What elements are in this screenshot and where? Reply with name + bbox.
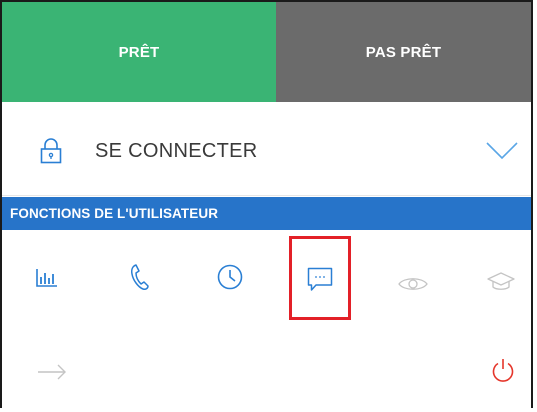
status-ready-label: PRÊT (118, 43, 160, 61)
arrow-right-icon[interactable] (37, 364, 67, 380)
login-label: SE CONNECTER (95, 140, 258, 162)
user-functions-header: FONCTIONS DE L'UTILISATEUR (2, 197, 531, 230)
eye-icon[interactable] (398, 276, 428, 292)
function-icons-row (2, 230, 531, 328)
status-ready-tab[interactable]: PRÊT (2, 2, 276, 102)
chat-icon[interactable] (307, 267, 333, 293)
status-not-ready-tab[interactable]: PAS PRÊT (276, 2, 531, 102)
bottom-actions-row (2, 328, 531, 412)
user-functions-title: FONCTIONS DE L'UTILISATEUR (10, 206, 219, 221)
login-row[interactable]: SE CONNECTER (2, 102, 531, 196)
status-not-ready-label: PAS PRÊT (365, 43, 442, 61)
chevron-down-icon[interactable] (486, 142, 518, 160)
lock-icon (40, 138, 62, 164)
graduation-cap-icon[interactable] (487, 272, 515, 292)
clock-icon[interactable] (217, 264, 243, 290)
status-tabs: PRÊT PAS PRÊT (2, 2, 531, 102)
power-icon[interactable] (491, 358, 515, 384)
bar-chart-icon[interactable] (36, 268, 58, 288)
phone-icon[interactable] (130, 263, 150, 291)
agent-panel: PRÊT PAS PRÊT SE CONNECTER FONCTIONS DE … (0, 0, 533, 408)
